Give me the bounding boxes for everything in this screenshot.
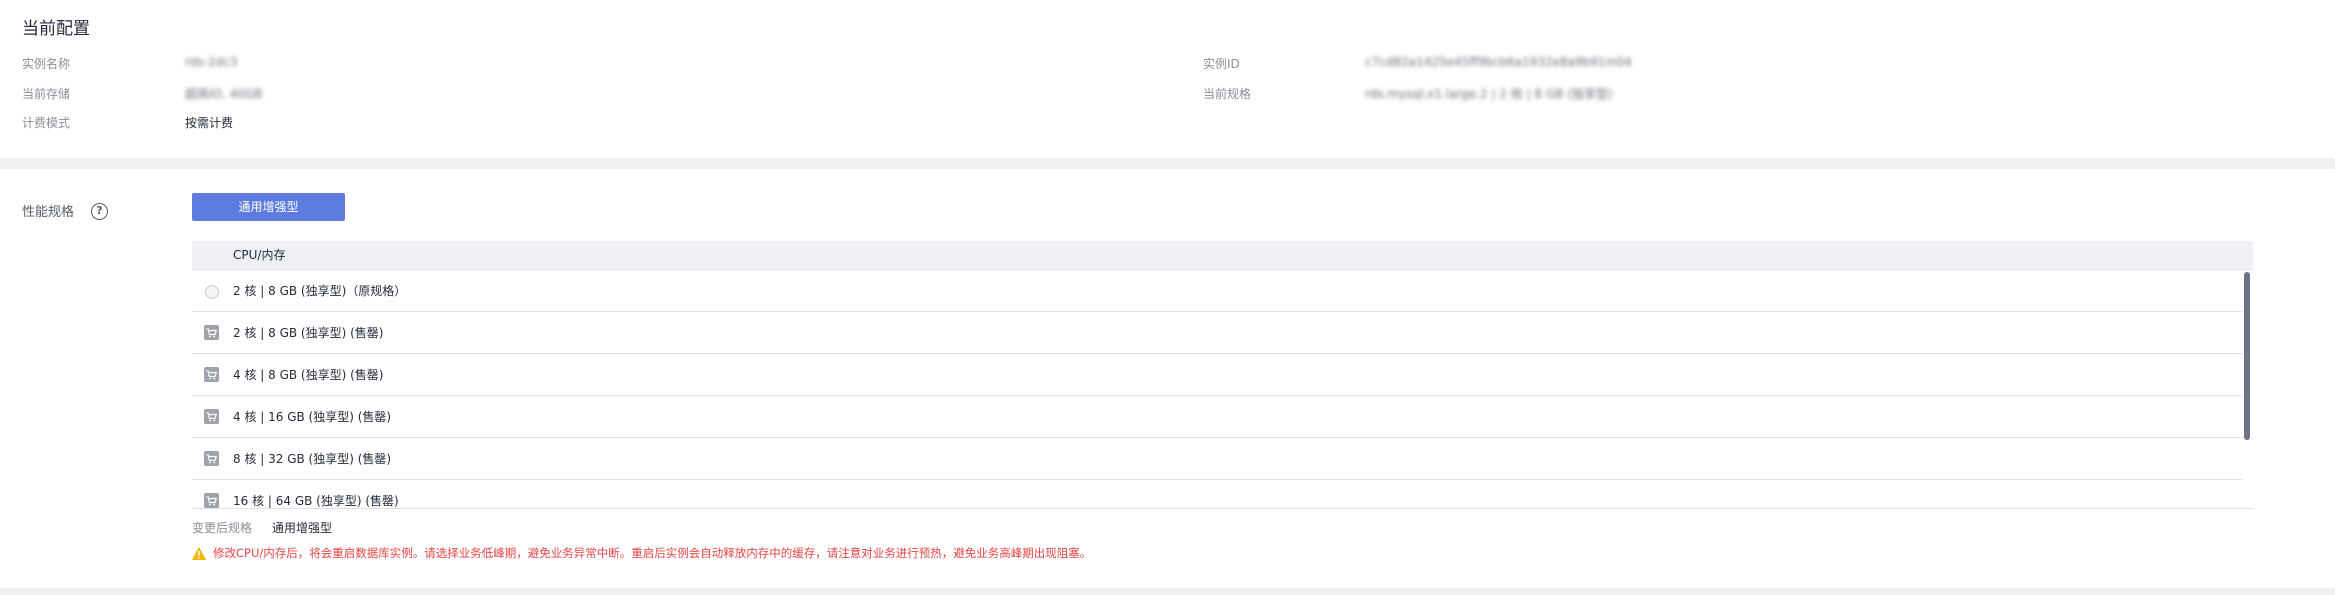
storage-value: 超高IO, 40GB — [185, 87, 263, 101]
spec-row-label: 2 核 | 8 GB (独享型)（原规格） — [233, 284, 407, 298]
spec-value: rds.mysql.x1.large.2 | 2 核 | 8 GB (独享型) — [1365, 87, 1613, 101]
current-config-panel: 当前配置 实例名称 rds-2dc3 当前存储 超高IO, 40GB 计费模式 … — [0, 0, 2335, 158]
spec-row-label: 2 核 | 8 GB (独享型) (售罄) — [233, 326, 384, 340]
instance-id-label: 实例ID — [1203, 57, 1240, 71]
spec-row[interactable]: 4 核 | 8 GB (独享型) (售罄) — [192, 354, 2243, 396]
spec-table: CPU/内存 2 核 | 8 GB (独享型)（原规格） 2 核 | 8 GB (… — [192, 241, 2253, 509]
spec-row[interactable]: 4 核 | 16 GB (独享型) (售罄) — [192, 396, 2243, 438]
spec-row-label: 8 核 | 32 GB (独享型) (售罄) — [233, 452, 392, 466]
spec-row-label: 4 核 | 16 GB (独享型) (售罄) — [233, 410, 392, 424]
radio-button[interactable] — [205, 285, 219, 299]
spec-row-label: 16 核 | 64 GB (独享型) (售罄) — [233, 494, 399, 508]
instance-id-value: c7cd82a1425e45ff9bcb6a1932e8a9b91in04 — [1365, 55, 1632, 69]
cart-icon — [204, 325, 219, 340]
performance-spec-label: 性能规格 — [22, 205, 75, 220]
restart-warning: 修改CPU/内存后，将会重启数据库实例。请选择业务低峰期，避免业务异常中断。重启… — [192, 545, 1091, 561]
table-scrollbar[interactable] — [2244, 272, 2250, 440]
after-change-spec-label: 变更后规格 — [192, 521, 253, 535]
spec-row[interactable]: 2 核 | 8 GB (独享型) (售罄) — [192, 312, 2243, 354]
cart-icon — [204, 493, 219, 508]
cart-icon — [204, 367, 219, 382]
cart-icon — [204, 451, 219, 466]
spec-row[interactable]: 16 核 | 64 GB (独享型) (售罄) — [192, 480, 2243, 508]
tab-general-enhanced[interactable]: 通用增强型 — [192, 193, 345, 221]
after-change-spec-value: 通用增强型 — [272, 521, 333, 535]
warning-icon — [192, 546, 206, 560]
billing-label: 计费模式 — [22, 116, 71, 130]
spec-row[interactable]: 8 核 | 32 GB (独享型) (售罄) — [192, 438, 2243, 480]
spec-label: 当前规格 — [1203, 87, 1252, 101]
instance-name-value: rds-2dc3 — [185, 55, 238, 69]
warning-text: 修改CPU/内存后，将会重启数据库实例。请选择业务低峰期，避免业务异常中断。重启… — [213, 546, 1092, 560]
spec-row[interactable]: 2 核 | 8 GB (独享型)（原规格） — [192, 270, 2243, 312]
billing-value: 按需计费 — [185, 116, 234, 130]
storage-label: 当前存储 — [22, 87, 71, 101]
spec-row-label: 4 核 | 8 GB (独享型) (售罄) — [233, 368, 384, 382]
table-header-cpu-memory: CPU/内存 — [192, 241, 2253, 270]
instance-name-label: 实例名称 — [22, 57, 71, 71]
performance-spec-panel: 性能规格 ? 通用增强型 CPU/内存 2 核 | 8 GB (独享型)（原规格… — [0, 169, 2335, 588]
cart-icon — [204, 409, 219, 424]
section-title: 当前配置 — [22, 19, 90, 39]
help-icon[interactable]: ? — [91, 203, 108, 220]
spec-rows: 2 核 | 8 GB (独享型)（原规格） 2 核 | 8 GB (独享型) (售… — [192, 270, 2253, 508]
